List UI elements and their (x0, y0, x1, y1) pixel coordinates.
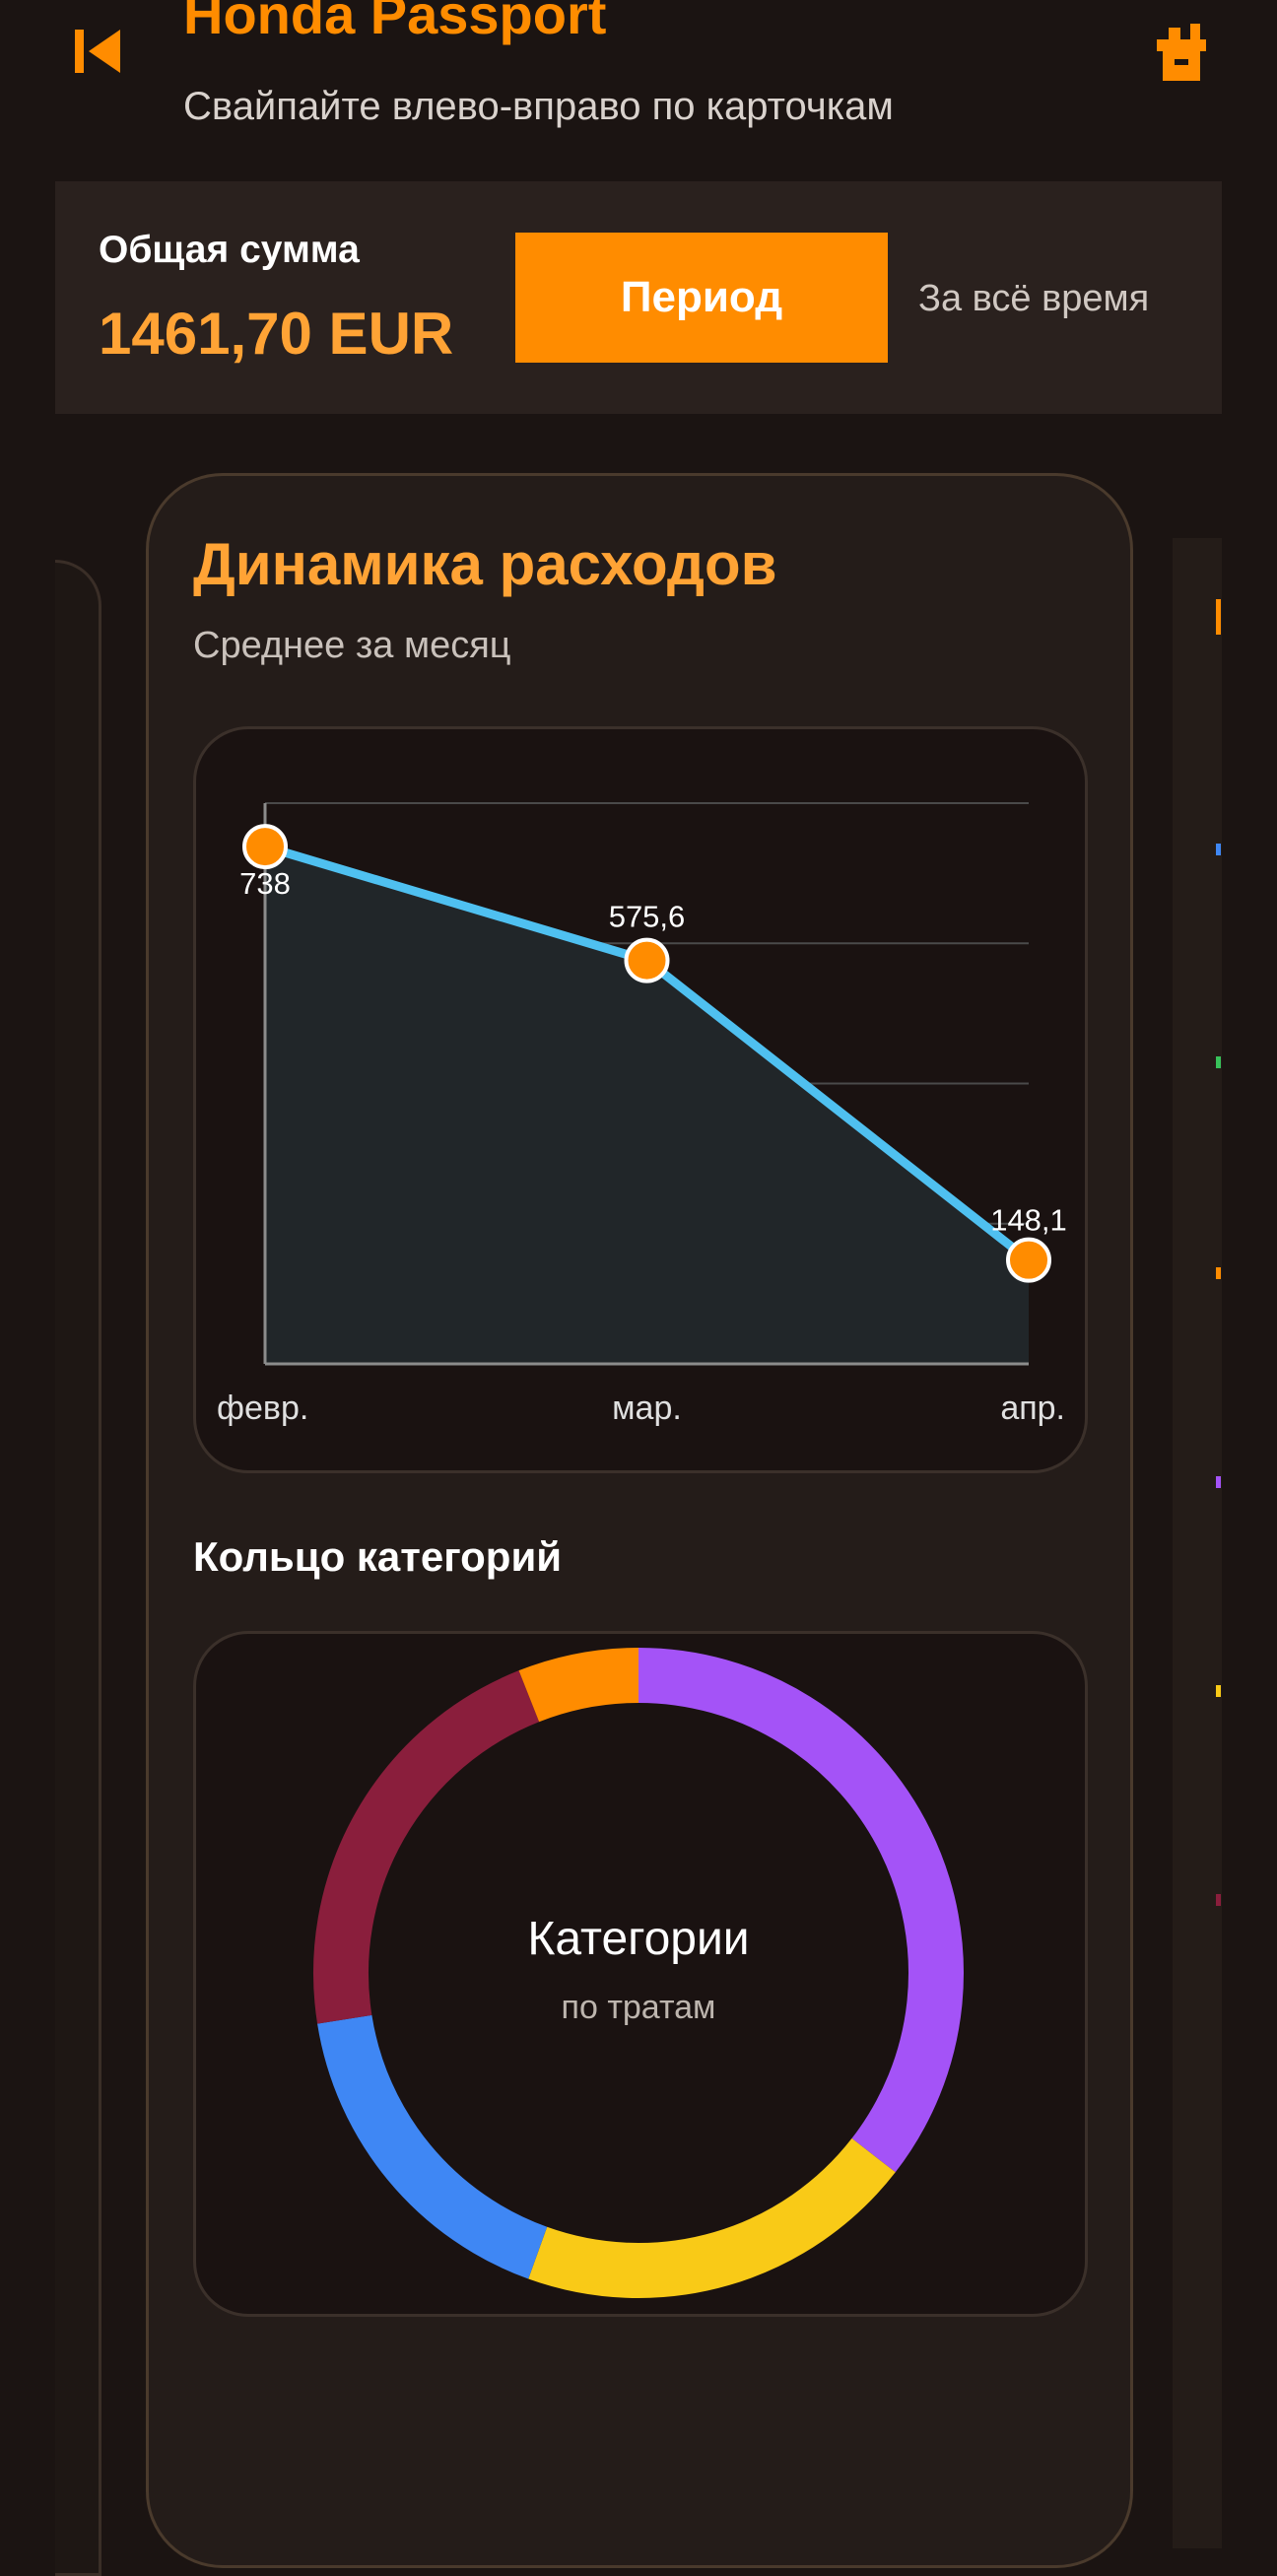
page-title: Honda Passport (183, 0, 607, 45)
previous-card[interactable] (55, 560, 101, 2576)
page-subtitle: Свайпайте влево-вправо по карточкам (183, 85, 894, 128)
ring-center-title: Категории (527, 1913, 750, 1965)
skip-back-icon[interactable] (69, 22, 128, 81)
card-title: Динамика расходов (193, 531, 777, 597)
data-point[interactable] (624, 937, 670, 983)
data-point[interactable] (242, 824, 288, 870)
total-value: 1461,70 EUR (99, 301, 454, 367)
donut-slice[interactable] (317, 2014, 548, 2279)
card-subtitle: Среднее за месяц (193, 625, 511, 666)
donut-slice[interactable] (528, 2137, 896, 2298)
donut-slice[interactable] (313, 1670, 540, 2024)
data-label: 575,6 (609, 900, 686, 934)
category-donut-chart (313, 1648, 964, 2298)
ring-title: Кольцо категорий (193, 1533, 563, 1580)
x-tick-label: апр. (1000, 1390, 1065, 1427)
line-chart: 738 575,6 148,1 февр. мар. апр. (217, 802, 1067, 1427)
x-tick-label: февр. (217, 1390, 308, 1427)
total-label: Общая сумма (99, 229, 360, 271)
period-value: За всё время (918, 278, 1150, 319)
toolbox-icon[interactable] (1155, 22, 1212, 83)
ring-center-subtitle: по тратам (561, 1989, 716, 2026)
x-tick-label: мар. (612, 1390, 682, 1427)
period-button[interactable]: Период (515, 233, 888, 363)
data-point[interactable] (1006, 1237, 1051, 1283)
next-card[interactable] (1173, 538, 1222, 2548)
data-label: 738 (239, 866, 291, 901)
data-label: 148,1 (990, 1203, 1067, 1238)
donut-slice[interactable] (518, 1648, 639, 1723)
